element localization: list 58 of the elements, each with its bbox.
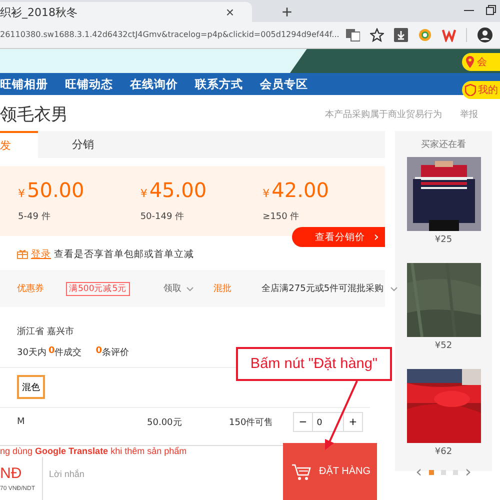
price: ¥50.00 bbox=[18, 178, 86, 202]
quantity-range: 50-149 件 bbox=[140, 210, 186, 223]
shipping-location: 浙江省 嘉兴市 bbox=[16, 326, 75, 338]
price: ¥42.00 bbox=[262, 178, 330, 202]
total-amount: NĐ bbox=[0, 465, 23, 482]
mixed-batch-label: 混批 bbox=[214, 282, 232, 295]
coupon-tag: 满500元减5元 bbox=[66, 282, 130, 296]
cart-icon bbox=[291, 462, 311, 480]
price-tab[interactable]: 分销 bbox=[38, 131, 128, 158]
next-button[interactable]: › bbox=[465, 465, 472, 479]
panel-title: 买家还在看 bbox=[421, 138, 466, 151]
previous-button[interactable]: ‹ bbox=[416, 465, 422, 479]
callout-box: Bấm nút "Đặt hàng" bbox=[236, 347, 392, 381]
profile-icon[interactable] bbox=[477, 27, 493, 43]
floating-badge[interactable]: 我的 bbox=[462, 81, 500, 99]
coupon-label: 优惠券 bbox=[17, 282, 44, 295]
nav-link[interactable]: 在线询价 bbox=[130, 76, 195, 92]
quantity-range: ≥150 件 bbox=[262, 210, 300, 223]
unit-price: 50.00元 bbox=[147, 416, 183, 428]
order-button[interactable]: ĐẶT HÀNG bbox=[283, 443, 377, 500]
pin-icon bbox=[465, 56, 475, 68]
price: ¥45.00 bbox=[140, 178, 208, 202]
claim-button[interactable]: 领取 bbox=[164, 282, 194, 295]
sales-stats: 30天内 0件成交 0条评价 bbox=[17, 346, 129, 359]
plus-button[interactable]: + bbox=[343, 412, 363, 432]
login-hint: 查看是否享首单包邮或首单立减 bbox=[54, 248, 194, 260]
quantity-field[interactable]: 0 bbox=[313, 412, 343, 432]
browser-tab[interactable]: 织衫_2018秋冬 × bbox=[0, 2, 252, 22]
item-price: ¥62 bbox=[434, 447, 452, 457]
stock-count: 150件可售 bbox=[229, 416, 274, 428]
floating-badge[interactable]: 会 bbox=[462, 53, 500, 71]
item-price: ¥25 bbox=[434, 235, 452, 245]
distribution-price-button[interactable]: 查看分销价 › bbox=[292, 227, 385, 247]
star-icon[interactable] bbox=[370, 28, 384, 42]
quantity-range: 5-49 件 bbox=[18, 210, 52, 223]
nav-link[interactable]: 会员专区 bbox=[260, 76, 325, 92]
minus-button[interactable]: − bbox=[293, 412, 313, 432]
nav-link[interactable]: 联系方式 bbox=[195, 76, 260, 92]
size-label: M bbox=[16, 417, 26, 427]
arrow bbox=[325, 381, 358, 450]
item-price: ¥52 bbox=[434, 341, 452, 351]
trade-notice: 本产品采购属于商业贸易行为 bbox=[325, 108, 442, 120]
nav-link[interactable]: 旺铺动态 bbox=[65, 76, 130, 92]
translate-icon[interactable] bbox=[346, 28, 360, 42]
nav-link[interactable]: 旺铺相册 bbox=[0, 76, 65, 92]
restore-icon[interactable] bbox=[486, 5, 496, 15]
gift-icon bbox=[17, 249, 28, 259]
extension-icon[interactable] bbox=[418, 28, 432, 42]
new-tab-button[interactable]: + bbox=[276, 2, 298, 22]
shield-icon bbox=[465, 84, 476, 96]
mixed-batch-rule: 全店满275元或5件可混批采购 bbox=[262, 282, 384, 295]
translate-notice: ng dùng Google Translate khi thêm sản phẩm bbox=[0, 445, 285, 458]
product-title: 领毛衣男 bbox=[0, 104, 69, 126]
chevron-down-icon bbox=[186, 286, 194, 292]
chevron-down-icon[interactable] bbox=[390, 286, 398, 292]
download-icon[interactable] bbox=[394, 28, 408, 42]
color-option[interactable]: 混色 bbox=[17, 375, 45, 399]
extension-icon[interactable] bbox=[442, 28, 456, 42]
